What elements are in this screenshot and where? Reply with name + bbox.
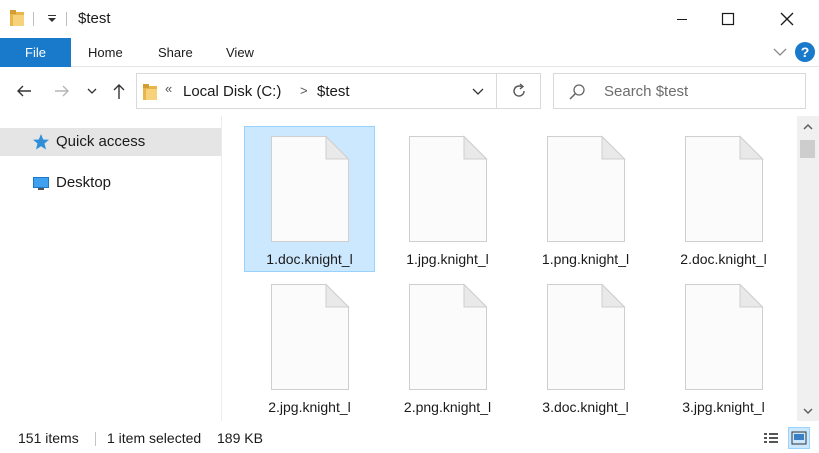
blank-file-icon	[547, 135, 626, 242]
tab-share[interactable]: Share	[158, 38, 193, 67]
arrow-up-icon	[113, 84, 125, 99]
blank-file-icon	[271, 135, 350, 242]
blank-file-icon	[271, 283, 350, 390]
up-button[interactable]	[107, 78, 131, 104]
large-icons-view-button[interactable]	[788, 427, 810, 449]
file-name: 3.doc.knight_l	[542, 399, 629, 415]
breadcrumb-test[interactable]: $test	[317, 83, 350, 100]
address-overflow-chevron[interactable]: «	[165, 81, 172, 96]
scrollbar-thumb[interactable]	[800, 140, 815, 158]
star-icon	[33, 134, 49, 150]
details-view-button[interactable]	[760, 427, 782, 449]
back-button[interactable]	[12, 78, 36, 104]
blank-file-icon	[409, 135, 488, 242]
forward-button[interactable]	[50, 78, 74, 104]
file-item[interactable]: 2.jpg.knight_l	[244, 274, 375, 420]
file-item[interactable]: 1.jpg.knight_l	[382, 126, 513, 272]
large-icons-view-icon	[791, 431, 807, 445]
search-icon	[569, 84, 585, 100]
quick-access-toolbar-chevron-icon[interactable]	[45, 10, 59, 26]
file-name: 3.jpg.knight_l	[682, 399, 765, 415]
recent-locations-button[interactable]	[82, 78, 102, 104]
chevron-down-icon	[87, 88, 97, 94]
search-placeholder: Search $test	[604, 83, 689, 100]
file-item[interactable]: 1.png.knight_l	[520, 126, 651, 272]
blank-file-icon	[547, 283, 626, 390]
scroll-up-icon[interactable]	[802, 122, 814, 132]
file-list: 1.doc.knight_l 1.jpg.knight_l 1.png.knight…	[228, 116, 797, 421]
help-button[interactable]: ?	[795, 42, 815, 62]
window-title: $test	[78, 10, 111, 27]
file-name: 2.doc.knight_l	[680, 251, 767, 267]
details-view-icon	[764, 433, 778, 443]
file-item[interactable]: 3.jpg.knight_l	[658, 274, 789, 420]
folder-icon	[10, 10, 24, 26]
title-bar: $test	[0, 0, 819, 38]
divider	[95, 432, 96, 446]
minimize-button[interactable]	[659, 0, 705, 38]
blank-file-icon	[409, 283, 488, 390]
file-item[interactable]: 2.png.knight_l	[382, 274, 513, 420]
close-icon	[780, 12, 794, 26]
blank-file-icon	[685, 283, 764, 390]
pane-divider	[221, 116, 222, 421]
folder-icon	[143, 84, 157, 100]
breadcrumb-separator[interactable]: >	[300, 83, 308, 98]
arrow-right-icon	[55, 85, 69, 97]
file-item[interactable]: 2.doc.knight_l	[658, 126, 789, 272]
file-name: 2.jpg.knight_l	[268, 399, 351, 415]
file-name: 1.jpg.knight_l	[406, 251, 489, 267]
expand-ribbon-chevron-icon[interactable]	[771, 43, 789, 61]
selection-size: 189 KB	[217, 430, 263, 446]
navigation-pane: Quick access Desktop	[0, 116, 228, 421]
sidebar-item-quick-access[interactable]: Quick access	[0, 128, 221, 156]
close-button[interactable]	[764, 0, 810, 38]
file-item[interactable]: 3.doc.knight_l	[520, 274, 651, 420]
status-bar: 151 items 1 item selected 189 KB	[0, 424, 819, 453]
search-input[interactable]: Search $test	[553, 73, 806, 109]
sidebar-item-desktop[interactable]: Desktop	[0, 169, 221, 197]
navigation-bar: « Local Disk (C:) > $test Search $test	[0, 68, 819, 114]
address-dropdown-icon[interactable]	[469, 83, 487, 101]
address-bar[interactable]: « Local Disk (C:) > $test	[136, 73, 497, 109]
item-count: 151 items	[18, 430, 79, 446]
desktop-icon	[33, 177, 49, 190]
vertical-scrollbar[interactable]	[797, 116, 819, 421]
ribbon: File Home Share View ?	[0, 38, 819, 67]
sidebar-item-label: Quick access	[56, 133, 146, 150]
scroll-down-icon[interactable]	[802, 406, 814, 416]
tab-home[interactable]: Home	[88, 38, 123, 67]
maximize-button[interactable]	[705, 0, 751, 38]
maximize-icon	[721, 12, 735, 26]
blank-file-icon	[685, 135, 764, 242]
divider	[33, 12, 34, 26]
minimize-icon	[677, 19, 687, 20]
file-tab[interactable]: File	[0, 38, 71, 67]
sidebar-item-label: Desktop	[56, 174, 112, 191]
file-name: 1.png.knight_l	[541, 251, 630, 267]
file-item[interactable]: 1.doc.knight_l	[244, 126, 375, 272]
divider	[66, 12, 67, 26]
refresh-button[interactable]	[497, 73, 541, 109]
breadcrumb-local-disk[interactable]: Local Disk (C:)	[183, 83, 281, 100]
arrow-left-icon	[17, 85, 31, 97]
tab-view[interactable]: View	[226, 38, 254, 67]
selection-count: 1 item selected	[107, 430, 202, 446]
refresh-icon	[512, 83, 525, 97]
file-name: 2.png.knight_l	[403, 399, 492, 415]
file-name: 1.doc.knight_l	[266, 251, 353, 267]
